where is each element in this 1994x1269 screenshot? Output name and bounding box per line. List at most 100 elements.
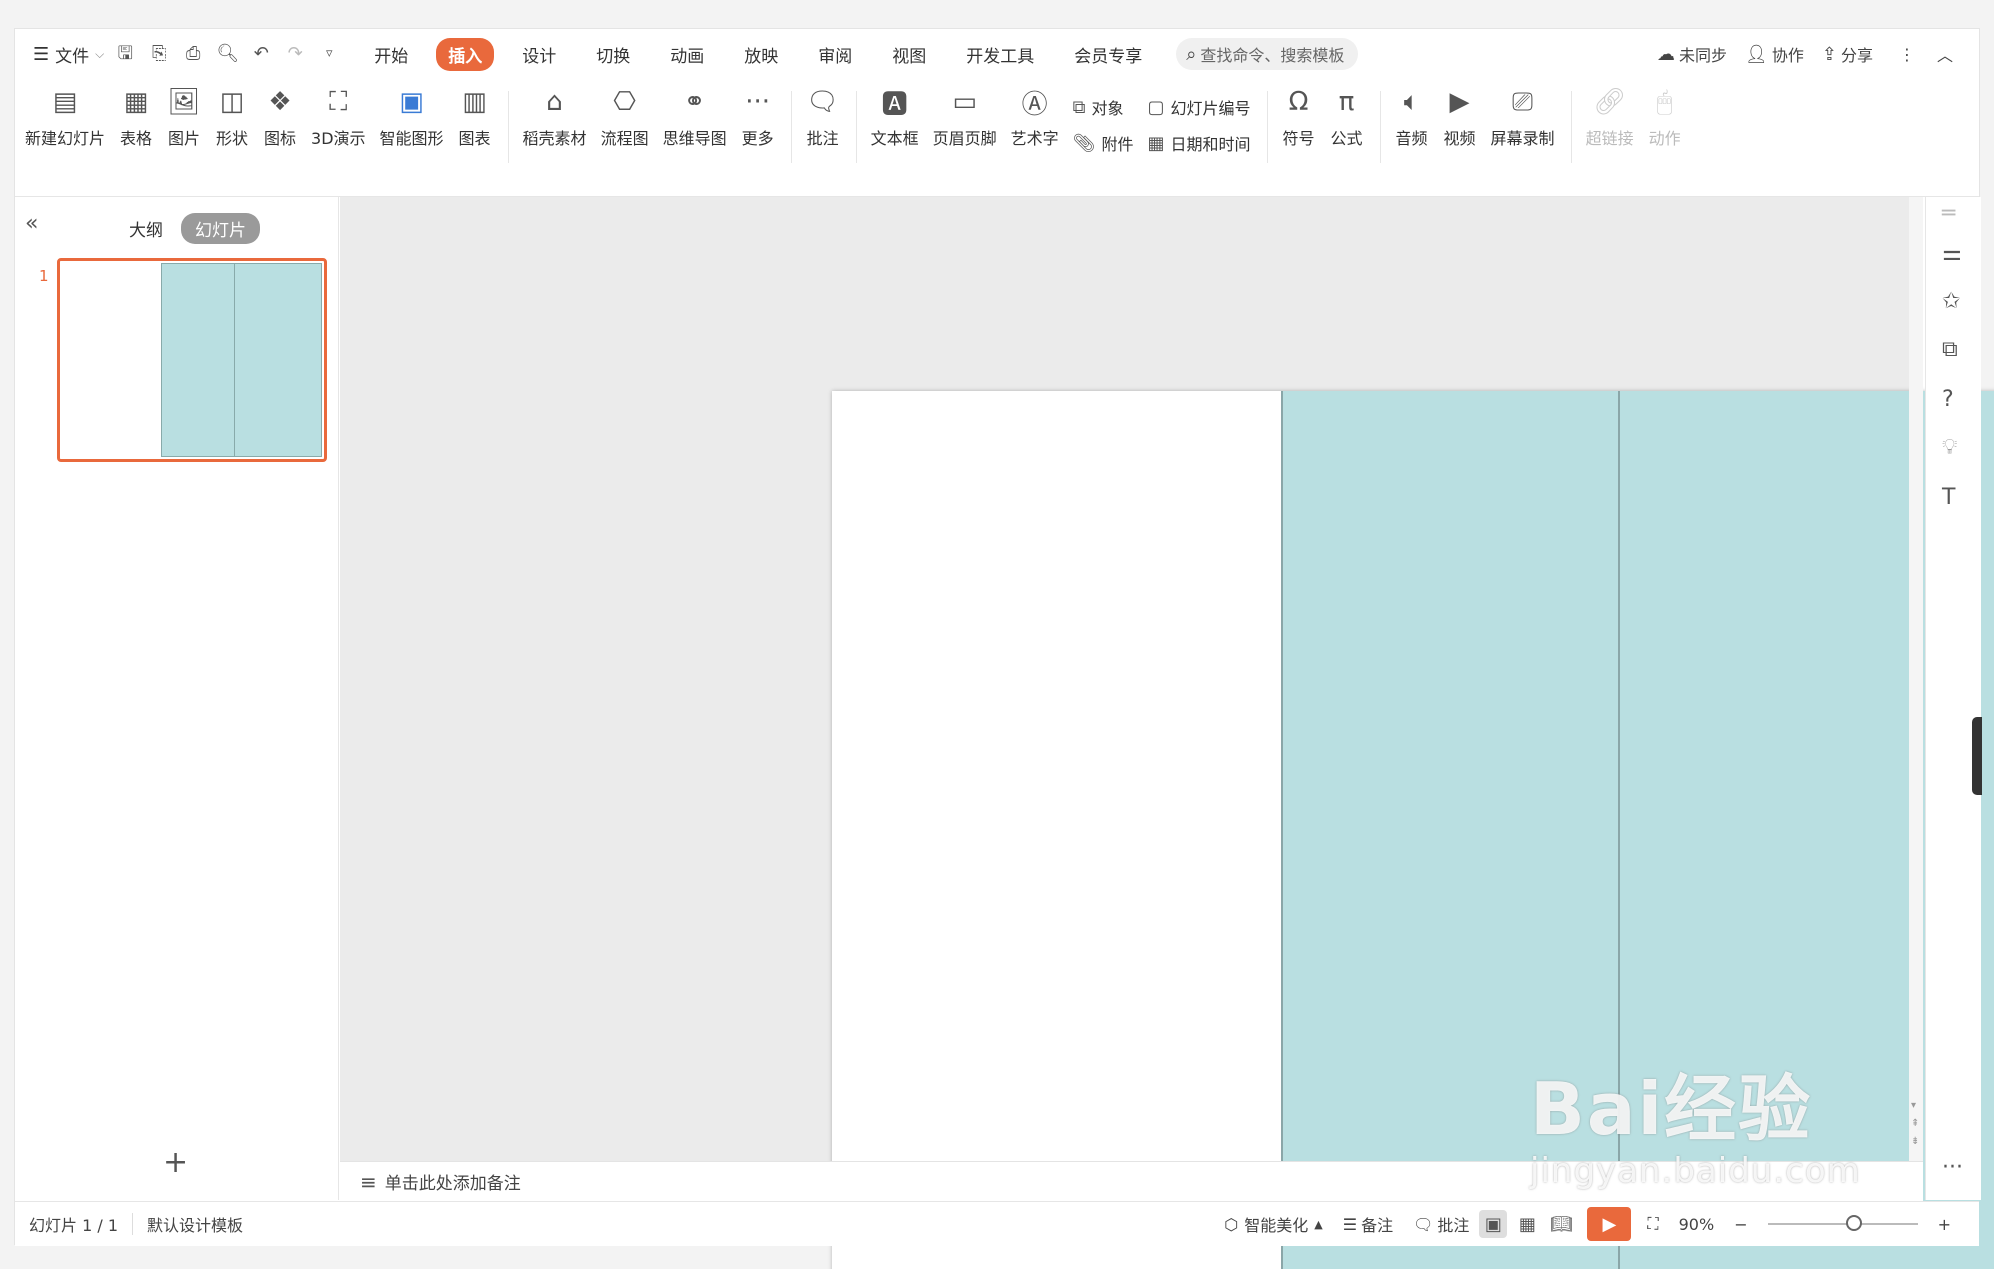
- collapse-ribbon-icon[interactable]: ︿: [1937, 42, 1953, 66]
- shape-label: 形状: [216, 129, 249, 148]
- smart-beautify-button[interactable]: ⬡ 智能美化 ▲: [1214, 1212, 1332, 1236]
- shape-icon: ◫: [219, 87, 245, 117]
- comment-button[interactable]: 🗨︎ 批注: [806, 79, 840, 149]
- undo-icon[interactable]: ↶: [250, 43, 272, 65]
- chart-label: 图表: [458, 129, 491, 148]
- mindmap-button[interactable]: ⚭ 思维导图: [663, 79, 727, 149]
- baidu-jingyan-watermark: Bai经验 jingyan.baidu.com: [1530, 1050, 1861, 1191]
- tab-slides[interactable]: 幻灯片: [181, 213, 260, 244]
- attachment-button[interactable]: 📎︎ 附件: [1073, 125, 1134, 161]
- play-slideshow-button[interactable]: ▶: [1587, 1207, 1632, 1241]
- format-painter-icon[interactable]: ⎘: [148, 43, 170, 65]
- more-tools-icon[interactable]: ···: [1942, 1155, 1963, 1180]
- smartart-button[interactable]: ▣ 智能图形: [380, 79, 444, 149]
- reading-view-icon[interactable]: 📖︎: [1547, 1210, 1575, 1238]
- drag-handle-icon: ═: [1942, 201, 1956, 226]
- customize-toolbar-icon[interactable]: ▿: [318, 43, 340, 65]
- share-button[interactable]: ⇪ 分享: [1822, 42, 1873, 66]
- comment-toggle-label: 批注: [1437, 1216, 1470, 1235]
- pi-icon: π: [1338, 87, 1355, 117]
- add-slide-icon[interactable]: +: [163, 1145, 188, 1180]
- tab-slideshow[interactable]: 放映: [732, 38, 790, 71]
- ribbon-divider: [1570, 91, 1572, 163]
- zoom-slider-knob[interactable]: [1845, 1215, 1862, 1231]
- 3d-demo-button[interactable]: ⛶ 3D演示: [311, 79, 366, 149]
- picture-button[interactable]: 🖼︎ 图片: [167, 79, 201, 149]
- text-icon[interactable]: T: [1942, 485, 1955, 510]
- sorter-view-icon[interactable]: ▦: [1513, 1210, 1541, 1238]
- file-menu[interactable]: ☰ 文件 ⌵: [33, 42, 104, 67]
- tab-insert[interactable]: 插入: [436, 37, 495, 71]
- audio-button[interactable]: 🔈︎ 音频: [1395, 79, 1429, 149]
- help-icon[interactable]: ?: [1942, 387, 1954, 412]
- zoom-in-icon[interactable]: +: [1928, 1215, 1961, 1234]
- formula-button[interactable]: π 公式: [1330, 79, 1364, 149]
- vertical-scrollbar[interactable]: ▾ ⇞ ⇟: [1909, 197, 1923, 1187]
- normal-view-icon[interactable]: ▣: [1479, 1210, 1508, 1238]
- redo-icon[interactable]: ↷: [284, 43, 306, 65]
- tab-transitions[interactable]: 切换: [584, 38, 642, 71]
- ribbon-divider: [1379, 91, 1381, 163]
- flowchart-button[interactable]: ⎔ 流程图: [601, 79, 649, 149]
- menu-bar: ☰ 文件 ⌵ 🖫 ⎘ ⎙ 🔍︎ ↶ ↷ ▿ 开始 插入 设计 切换 动画 放映 …: [15, 29, 1979, 79]
- screen-record-button[interactable]: ⎚ 屏幕录制: [1491, 79, 1555, 149]
- action-button[interactable]: 🖱︎ 动作: [1648, 79, 1682, 149]
- zoom-level[interactable]: 90%: [1669, 1215, 1725, 1234]
- tab-design[interactable]: 设计: [510, 38, 568, 71]
- smartart-icon: ▣: [399, 87, 424, 117]
- template-name[interactable]: 默认设计模板: [133, 1212, 257, 1236]
- shape-button[interactable]: ◫ 形状: [215, 79, 249, 149]
- textbox-button[interactable]: 🅰︎ 文本框: [871, 79, 919, 149]
- tab-developer[interactable]: 开发工具: [954, 38, 1046, 71]
- slide-thumbnail[interactable]: [57, 258, 327, 462]
- material-icon: ⌂: [546, 87, 563, 117]
- tab-review[interactable]: 审阅: [806, 38, 864, 71]
- daoke-label: 稻壳素材: [522, 129, 587, 148]
- more-button[interactable]: ··· 更多: [741, 79, 775, 149]
- collab-button[interactable]: 👤︎ 协作: [1745, 42, 1804, 66]
- properties-icon[interactable]: ⚌: [1942, 241, 1962, 266]
- hyperlink-button[interactable]: 🔗︎ 超链接: [1586, 79, 1634, 149]
- picture-icon: 🖼︎: [167, 87, 201, 117]
- slide-switch-icon[interactable]: ⧉: [1942, 337, 1958, 362]
- tab-view[interactable]: 视图: [880, 38, 938, 71]
- comment-toggle-icon: 🗨︎: [1413, 1214, 1434, 1234]
- command-search-input[interactable]: ⌕ 查找命令、搜索模板: [1176, 38, 1359, 70]
- notes-toggle-button[interactable]: ☰ 备注: [1333, 1212, 1403, 1236]
- table-button[interactable]: ▦ 表格: [119, 79, 153, 149]
- print-preview-icon[interactable]: 🔍︎: [216, 43, 239, 65]
- beautify-label: 智能美化: [1244, 1216, 1309, 1235]
- print-icon[interactable]: ⎙: [182, 43, 204, 65]
- datetime-button[interactable]: ▦ 日期和时间: [1148, 125, 1251, 161]
- object-button[interactable]: ⧉ 对象: [1073, 89, 1134, 125]
- notes-placeholder: 单击此处添加备注: [384, 1174, 521, 1194]
- zoom-slider[interactable]: [1767, 1215, 1918, 1231]
- more-options-icon[interactable]: ⋮: [1899, 45, 1915, 64]
- video-button[interactable]: ▶ 视频: [1443, 79, 1477, 149]
- side-panel-handle[interactable]: [1972, 717, 1982, 795]
- header-footer-button[interactable]: ▭ 页眉页脚: [933, 79, 997, 149]
- zoom-out-icon[interactable]: −: [1724, 1215, 1757, 1234]
- animation-icon[interactable]: ✩: [1942, 289, 1960, 314]
- lightbulb-icon[interactable]: 💡︎: [1942, 435, 1957, 460]
- paperclip-icon: 📎︎: [1072, 132, 1096, 154]
- calendar-icon: ▦: [1147, 132, 1165, 154]
- tab-member[interactable]: 会员专享: [1062, 38, 1154, 71]
- tab-home[interactable]: 开始: [362, 38, 420, 71]
- slide-number-button[interactable]: ▢ 幻灯片编号: [1148, 89, 1251, 125]
- tab-outline[interactable]: 大纲: [115, 213, 177, 244]
- scroll-arrows[interactable]: ▾ ⇞ ⇟: [1911, 1097, 1919, 1151]
- user-add-icon: 👤︎: [1745, 43, 1768, 65]
- sync-button[interactable]: ☁ 未同步: [1657, 42, 1727, 66]
- chart-button[interactable]: ▥ 图表: [458, 79, 492, 149]
- fit-window-icon[interactable]: ⛶: [1637, 1214, 1668, 1234]
- wordart-button[interactable]: Ⓐ 艺术字: [1011, 79, 1059, 149]
- daoke-material-button[interactable]: ⌂ 稻壳素材: [523, 79, 587, 149]
- icon-button[interactable]: ❖ 图标: [263, 79, 297, 149]
- tab-animation[interactable]: 动画: [658, 38, 716, 71]
- new-slide-button[interactable]: ▤ 新建幻灯片: [25, 79, 105, 149]
- save-icon[interactable]: 🖫: [114, 43, 136, 65]
- collapse-panel-icon[interactable]: «: [25, 211, 38, 236]
- comment-toggle-button[interactable]: 🗨︎ 批注: [1403, 1212, 1479, 1236]
- symbol-button[interactable]: Ω 符号: [1282, 79, 1316, 149]
